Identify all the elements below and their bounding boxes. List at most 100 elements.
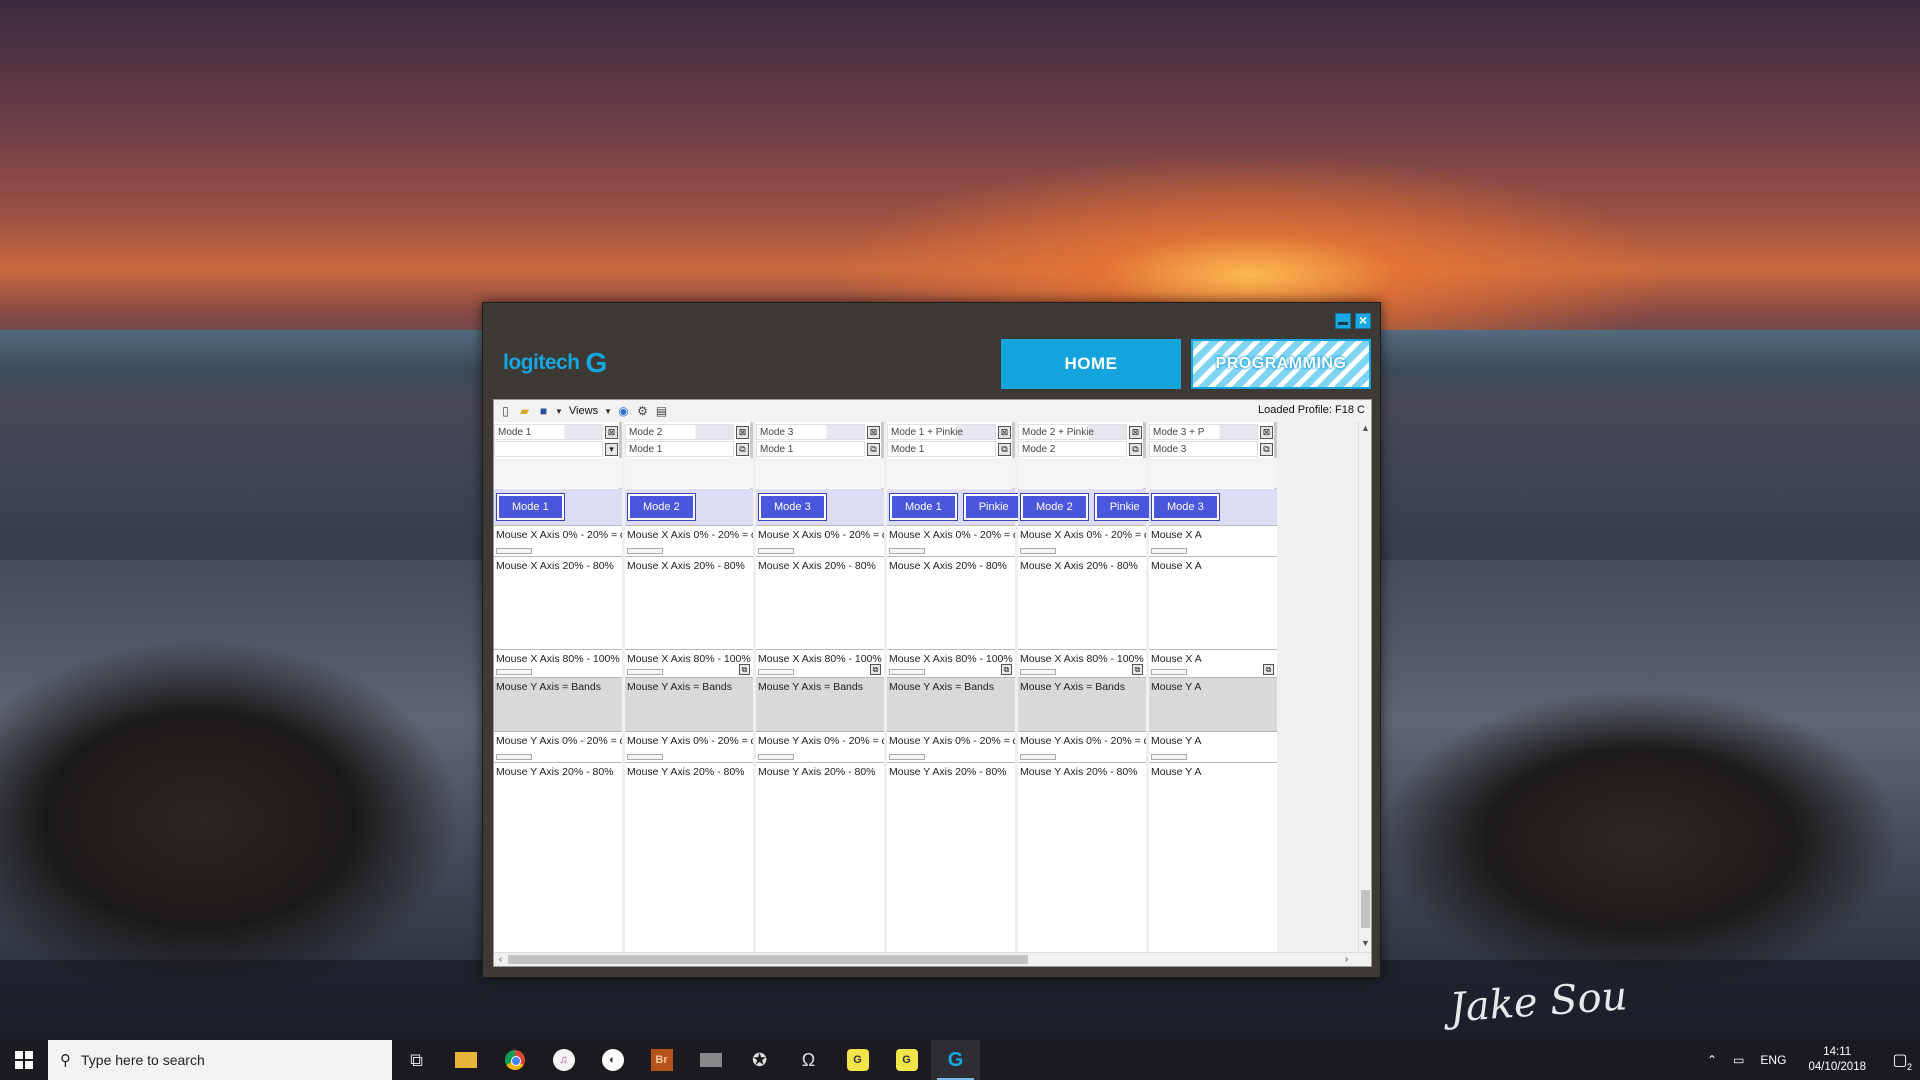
axis-band-cell[interactable]: Mouse X Axis 80% - 100% = des⧉ bbox=[756, 649, 884, 677]
language-indicator[interactable]: ENG bbox=[1752, 1053, 1794, 1067]
mode-shift-field[interactable]: Mode 1 bbox=[494, 424, 603, 440]
scroll-up-icon[interactable]: ▲ bbox=[1359, 422, 1372, 435]
clear-mode-icon[interactable]: ⊠ bbox=[605, 425, 618, 439]
base-mode-field[interactable]: Mode 2 bbox=[1018, 441, 1127, 457]
axis-band-cell[interactable]: Mouse Y Axis 20% - 80% bbox=[756, 762, 884, 952]
base-mode-field[interactable]: Mode 3 bbox=[1149, 441, 1258, 457]
scroll-right-icon[interactable]: › bbox=[1340, 953, 1353, 966]
itunes-icon[interactable]: ♫ bbox=[539, 1040, 588, 1080]
new-file-icon[interactable]: ▯ bbox=[498, 404, 513, 419]
axis-band-cell[interactable]: Mouse X A bbox=[1149, 556, 1277, 649]
logitech-g-yellow-icon[interactable]: G bbox=[833, 1040, 882, 1080]
mode-shift-field[interactable]: Mode 2 bbox=[625, 424, 734, 440]
mode-tag-button[interactable]: Pinkie bbox=[1093, 493, 1156, 521]
axis-band-cell[interactable]: Mouse X Axis 0% - 20% = design bbox=[1018, 525, 1146, 556]
start-button[interactable] bbox=[0, 1040, 48, 1080]
axis-band-cell[interactable]: Mouse Y Axis = Bands bbox=[756, 677, 884, 731]
link-icon[interactable]: ⧉ bbox=[1001, 664, 1012, 675]
clock[interactable]: 14:11 04/10/2018 bbox=[1794, 1045, 1880, 1075]
clear-mode-icon[interactable]: ⊠ bbox=[1260, 425, 1273, 439]
inkscape-icon[interactable]: ✪ bbox=[735, 1040, 784, 1080]
axis-band-cell[interactable]: Mouse Y A bbox=[1149, 677, 1277, 731]
chrome-icon[interactable] bbox=[490, 1040, 539, 1080]
axis-band-cell[interactable]: Mouse Y Axis = Bands bbox=[625, 677, 753, 731]
axis-band-cell[interactable]: Mouse X Axis 0% - 20% = design bbox=[625, 525, 753, 556]
mode-shift-field[interactable]: Mode 3 bbox=[756, 424, 865, 440]
home-tab[interactable]: HOME bbox=[1001, 339, 1181, 389]
axis-band-cell[interactable]: Mouse X Axis 20% - 80% bbox=[1018, 556, 1146, 649]
base-mode-field[interactable]: Mode 1 bbox=[756, 441, 865, 457]
views-dropdown-icon[interactable]: ▼ bbox=[604, 407, 612, 416]
bridge-icon[interactable]: Br bbox=[637, 1040, 686, 1080]
scroll-down-icon[interactable]: ▼ bbox=[1359, 937, 1372, 950]
link-icon[interactable]: ⧉ bbox=[1260, 442, 1273, 456]
link-icon[interactable]: ⧉ bbox=[867, 442, 880, 456]
base-mode-field[interactable]: Mode 1 bbox=[625, 441, 734, 457]
save-dropdown-icon[interactable]: ▼ bbox=[555, 407, 563, 416]
app-window-icon[interactable] bbox=[686, 1040, 735, 1080]
network-icon[interactable]: ▭ bbox=[1725, 1053, 1752, 1067]
vertical-scroll-thumb[interactable] bbox=[1361, 890, 1370, 928]
mode-tag-button[interactable]: Mode 2 bbox=[627, 493, 696, 521]
link-icon[interactable]: ⧉ bbox=[1132, 664, 1143, 675]
horizontal-scroll-thumb[interactable] bbox=[508, 955, 1028, 964]
axis-band-cell[interactable]: Mouse X A bbox=[1149, 525, 1277, 556]
mode-tag-button[interactable]: Mode 2 bbox=[1020, 493, 1089, 521]
axis-band-cell[interactable]: Mouse X A ⧉ bbox=[1149, 649, 1277, 677]
horizontal-scrollbar[interactable]: ‹ › bbox=[494, 952, 1371, 966]
axis-band-cell[interactable]: Mouse Y Axis = Bands bbox=[1018, 677, 1146, 731]
clear-mode-icon[interactable]: ⊠ bbox=[1129, 425, 1142, 439]
axis-band-cell[interactable]: Mouse X Axis 0% - 20% = design bbox=[887, 525, 1015, 556]
link-icon[interactable]: ⧉ bbox=[1129, 442, 1142, 456]
axis-band-cell[interactable]: Mouse X Axis 80% - 100% = ⧉ bbox=[625, 649, 753, 677]
vertical-scrollbar[interactable]: ▲ ▼ bbox=[1358, 422, 1371, 952]
link-icon[interactable]: ⧉ bbox=[1263, 664, 1274, 675]
programming-tab[interactable]: PROGRAMMING bbox=[1191, 339, 1371, 389]
axis-band-cell[interactable]: Mouse Y Axis 20% - 80% bbox=[1018, 762, 1146, 952]
clear-mode-icon[interactable]: ⊠ bbox=[736, 425, 749, 439]
close-button[interactable]: × bbox=[1355, 313, 1371, 329]
axis-band-cell[interactable]: Mouse Y Axis 20% - 80% bbox=[887, 762, 1015, 952]
axis-band-cell[interactable]: Mouse X Axis 20% - 80% bbox=[625, 556, 753, 649]
clear-mode-icon[interactable]: ⊠ bbox=[998, 425, 1011, 439]
axis-band-cell[interactable]: Mouse Y A bbox=[1149, 762, 1277, 952]
logitech-g-yellow-2-icon[interactable]: G bbox=[882, 1040, 931, 1080]
headphones-icon[interactable]: Ω bbox=[784, 1040, 833, 1080]
mode-tag-button[interactable]: Mode 1 bbox=[496, 493, 565, 521]
mode-shift-field[interactable]: Mode 3 + P bbox=[1149, 424, 1258, 440]
notification-center-icon[interactable]: ▢ 2 bbox=[1880, 1050, 1920, 1072]
axis-band-cell[interactable]: Mouse Y Axis 20% - 80% bbox=[625, 762, 753, 952]
mode-shift-field[interactable]: Mode 1 + Pinkie bbox=[887, 424, 996, 440]
axis-band-cell[interactable]: Mouse Y Axis 0% - 20% = de bbox=[756, 731, 884, 762]
mode-tag-button[interactable]: Mode 3 bbox=[758, 493, 827, 521]
axis-band-cell[interactable]: Mouse Y Axis 0% - 20% = design bbox=[625, 731, 753, 762]
print-icon[interactable]: ▤ bbox=[654, 404, 669, 419]
axis-band-cell[interactable]: Mouse X Axis 80% - 100% = des bbox=[494, 649, 622, 677]
clear-mode-icon[interactable]: ⊠ bbox=[867, 425, 880, 439]
link-icon[interactable]: ⧉ bbox=[736, 442, 749, 456]
open-folder-icon[interactable]: ▰ bbox=[517, 404, 532, 419]
mode-shift-field[interactable]: Mode 2 + Pinkie bbox=[1018, 424, 1127, 440]
chevron-up-icon[interactable]: ⌃ bbox=[1699, 1053, 1725, 1067]
dropdown-icon[interactable]: ▾ bbox=[605, 442, 618, 456]
axis-band-cell[interactable]: Mouse X Axis 0% - 20% = design bbox=[494, 525, 622, 556]
axis-band-cell[interactable]: Mouse Y Axis = Bands bbox=[887, 677, 1015, 731]
mode-tag-button[interactable]: Mode 3 bbox=[1151, 493, 1220, 521]
logitech-g-active-icon[interactable]: G bbox=[931, 1040, 980, 1080]
mode-tag-button[interactable]: Pinkie bbox=[962, 493, 1025, 521]
axis-band-cell[interactable]: Mouse Y A bbox=[1149, 731, 1277, 762]
task-view-icon[interactable]: ⧉ bbox=[392, 1040, 441, 1080]
axis-band-cell[interactable]: Mouse X Axis 20% - 80% bbox=[494, 556, 622, 649]
views-menu[interactable]: Views bbox=[567, 405, 600, 417]
mode-tag-button[interactable]: Mode 1 bbox=[889, 493, 958, 521]
axis-band-cell[interactable]: Mouse Y Axis 20% - 80% bbox=[494, 762, 622, 952]
axis-band-cell[interactable]: Mouse X Axis 20% - 80% bbox=[756, 556, 884, 649]
link-icon[interactable]: ⧉ bbox=[739, 664, 750, 675]
file-explorer-icon[interactable] bbox=[441, 1040, 490, 1080]
axis-band-cell[interactable]: Mouse X Axis 0% - 20% = design bbox=[756, 525, 884, 556]
axis-band-cell[interactable]: Mouse Y Axis 0% - 20% = de bbox=[887, 731, 1015, 762]
base-mode-field[interactable] bbox=[494, 441, 603, 457]
axis-band-cell[interactable]: Mouse X Axis 80% - 100% = des⧉ bbox=[1018, 649, 1146, 677]
scroll-left-icon[interactable]: ‹ bbox=[494, 953, 507, 966]
axis-band-cell[interactable]: Mouse X Axis 80% - 100% = des⧉ bbox=[887, 649, 1015, 677]
